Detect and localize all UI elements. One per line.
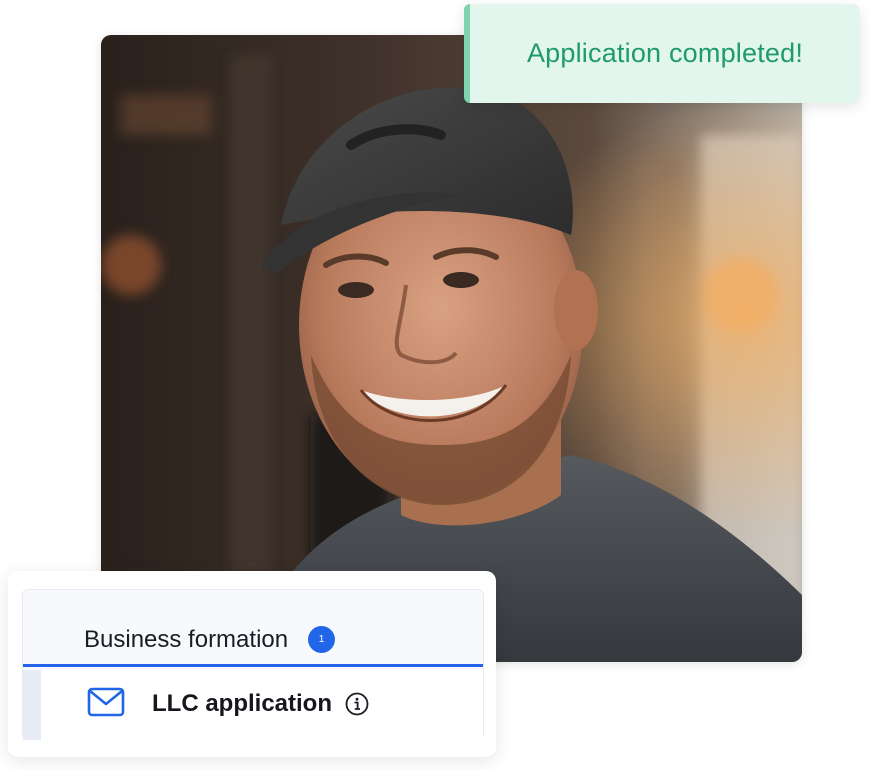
tab-label: Business formation	[84, 626, 289, 653]
success-toast: Application completed!	[464, 4, 860, 103]
card-panel: Business formation 1 LLC application	[22, 589, 484, 740]
info-icon[interactable]	[345, 692, 369, 716]
portrait-image	[101, 35, 802, 662]
list-item-llc-application[interactable]: LLC application	[23, 670, 483, 740]
notification-badge: 1	[308, 626, 335, 653]
envelope-icon	[87, 687, 125, 717]
business-formation-card: Business formation 1 LLC application	[8, 571, 496, 757]
portrait-photo	[101, 35, 802, 662]
tab-business-formation[interactable]: Business formation 1	[23, 590, 483, 667]
item-label: LLC application	[152, 690, 332, 717]
toast-message: Application completed!	[526, 38, 804, 68]
